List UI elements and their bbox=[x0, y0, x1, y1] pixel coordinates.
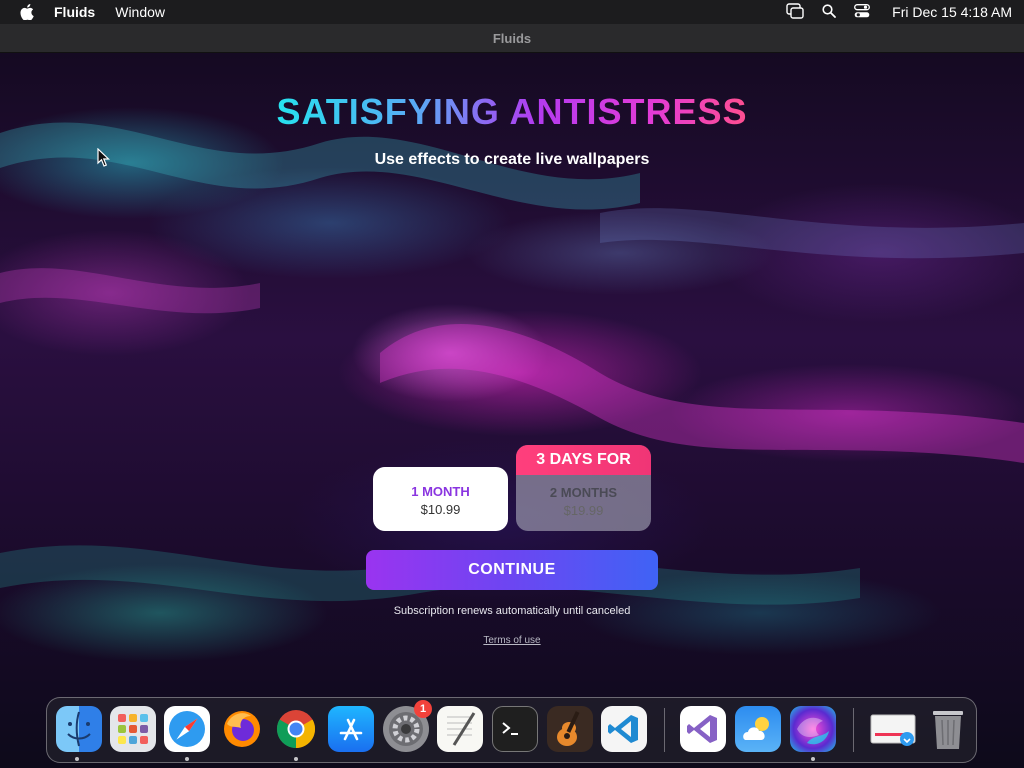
plan-card-2-months[interactable]: 3 DAYS FOR 2 MONTHS $19.99 bbox=[516, 445, 651, 531]
terminal-icon[interactable] bbox=[492, 706, 538, 752]
garageband-icon[interactable] bbox=[547, 706, 593, 752]
terms-container: Terms of use bbox=[0, 635, 1024, 646]
finder-icon[interactable] bbox=[56, 706, 102, 752]
plan-card-1-month[interactable]: 1 MONTH $10.99 bbox=[373, 467, 508, 531]
app-store-icon[interactable] bbox=[328, 706, 374, 752]
apple-menu-icon[interactable] bbox=[0, 4, 54, 20]
system-settings-icon[interactable]: 1 bbox=[383, 700, 432, 752]
renewal-notice: Subscription renews automatically until … bbox=[393, 605, 631, 617]
vscode-icon[interactable] bbox=[601, 706, 647, 752]
menu-app-name[interactable]: Fluids bbox=[54, 4, 95, 20]
chrome-icon[interactable] bbox=[273, 706, 319, 752]
visual-studio-icon[interactable] bbox=[680, 706, 726, 752]
plan-price: $19.99 bbox=[563, 503, 604, 518]
paywall-view: SATISFYING ANTISTRESS Use effects to cre… bbox=[0, 53, 1024, 768]
dock: 1 bbox=[46, 697, 977, 763]
menu-bar: Fluids Window Fri Dec 15 4:18 AM bbox=[0, 0, 1024, 24]
screen-mirroring-icon[interactable] bbox=[786, 2, 804, 22]
terms-of-use-link[interactable]: Terms of use bbox=[483, 635, 540, 646]
window-title-bar[interactable]: Fluids bbox=[0, 24, 1024, 53]
plan-price: $10.99 bbox=[420, 502, 461, 517]
menu-window[interactable]: Window bbox=[115, 4, 165, 20]
chrome-running-indicator bbox=[294, 757, 298, 761]
menu-bar-clock[interactable]: Fri Dec 15 4:18 AM bbox=[892, 4, 1012, 20]
firefox-icon[interactable] bbox=[219, 706, 265, 752]
headline: SATISFYING ANTISTRESS bbox=[276, 91, 748, 132]
plan-name: 2 MONTHS bbox=[549, 485, 618, 500]
textedit-icon[interactable] bbox=[437, 706, 483, 752]
dock-separator bbox=[853, 708, 854, 752]
mouse-pointer-icon bbox=[97, 148, 110, 167]
fluids-app-icon[interactable] bbox=[790, 706, 836, 752]
safari-running-indicator bbox=[185, 757, 189, 761]
control-center-icon[interactable] bbox=[854, 3, 871, 21]
finder-running-indicator bbox=[75, 757, 79, 761]
window-title: Fluids bbox=[492, 30, 532, 46]
subtitle: Use effects to create live wallpapers bbox=[374, 151, 650, 168]
continue-button[interactable]: CONTINUE bbox=[366, 550, 658, 590]
spotlight-search-icon[interactable] bbox=[822, 3, 837, 21]
headline-container: SATISFYING ANTISTRESS bbox=[0, 91, 1024, 133]
fluids-running-indicator bbox=[811, 757, 815, 761]
menu-bar-status-area: Fri Dec 15 4:18 AM bbox=[786, 2, 1012, 22]
safari-icon[interactable] bbox=[164, 706, 210, 752]
trial-banner: 3 DAYS FOR bbox=[516, 445, 651, 475]
weather-icon[interactable] bbox=[735, 706, 781, 752]
notification-badge: 1 bbox=[414, 700, 432, 718]
desktop-screen: Fluids Window Fri Dec 15 4:18 AM Fluids … bbox=[0, 0, 1024, 768]
trash-icon[interactable] bbox=[925, 706, 971, 752]
dock-separator bbox=[664, 708, 665, 752]
plan-name: 1 MONTH bbox=[411, 484, 470, 499]
downloads-stack-icon[interactable] bbox=[869, 706, 919, 752]
launchpad-icon[interactable] bbox=[110, 706, 156, 752]
